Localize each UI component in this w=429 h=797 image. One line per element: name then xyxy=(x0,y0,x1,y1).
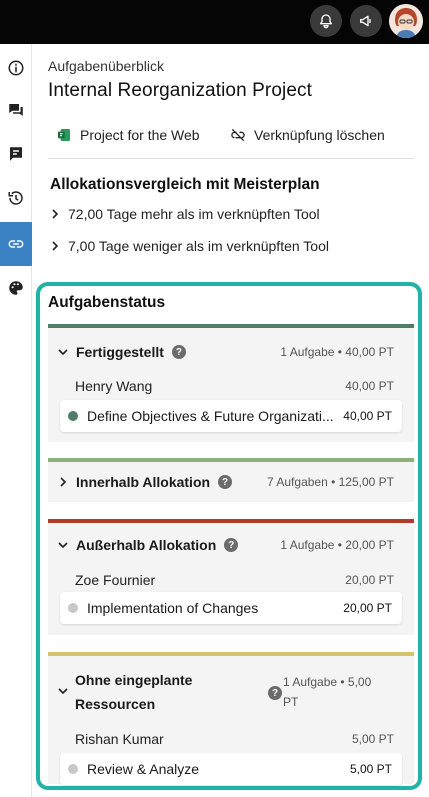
task-status-dot xyxy=(68,603,78,613)
status-group-meta: 1 Aufgabe • 5,00 PT xyxy=(283,672,371,712)
status-group-meta: 7 Aufgaben • 125,00 PT xyxy=(267,475,394,489)
project-icon xyxy=(58,129,70,141)
status-group-label: Innerhalb Allokation xyxy=(76,474,211,490)
avatar[interactable] xyxy=(389,4,423,38)
status-group-unassigned: Ohne eingeplante Ressourcen ? 1 Aufgabe … xyxy=(48,652,414,785)
task-name: Implementation of Changes xyxy=(87,600,259,616)
status-group-meta: 1 Aufgabe • 40,00 PT xyxy=(280,345,394,359)
announcements-button[interactable] xyxy=(350,5,382,37)
divider xyxy=(48,158,414,159)
status-group-label: Außerhalb Allokation xyxy=(76,537,217,553)
person-name: Rishan Kumar xyxy=(75,731,164,747)
note-icon xyxy=(10,147,22,161)
bell-icon xyxy=(320,14,332,29)
history-icon xyxy=(8,191,23,205)
task-card[interactable]: Implementation of Changes 20,00 PT xyxy=(60,592,402,624)
rail-item-info[interactable] xyxy=(0,48,32,88)
task-status-dot xyxy=(68,411,78,421)
task-name: Review & Analyze xyxy=(87,761,200,777)
side-rail xyxy=(0,44,32,797)
status-group-meta: 1 Aufgabe • 20,00 PT xyxy=(280,538,394,552)
project-for-the-web-link[interactable]: Project for the Web xyxy=(56,124,200,146)
status-group-label-line1: Ohne eingeplante xyxy=(75,672,193,688)
chevron-down-icon xyxy=(58,542,68,549)
status-group-within: Innerhalb Allokation ? 7 Aufgaben • 125,… xyxy=(48,458,414,502)
chevron-right-icon xyxy=(52,241,59,251)
status-group-header[interactable]: Innerhalb Allokation ? xyxy=(58,462,233,502)
help-icon[interactable]: ? xyxy=(268,686,282,700)
status-group-label: Fertiggestellt xyxy=(76,344,164,360)
notifications-button[interactable] xyxy=(310,5,342,37)
page-kicker: Aufgabenüberblick xyxy=(48,58,164,74)
person-name: Zoe Fournier xyxy=(75,572,156,588)
status-group-completed: Fertiggestellt ? 1 Aufgabe • 40,00 PT He… xyxy=(48,324,414,442)
help-icon[interactable]: ? xyxy=(224,538,239,552)
link-icon xyxy=(8,240,24,248)
rail-item-appearance[interactable] xyxy=(0,268,32,308)
avatar-icon xyxy=(389,4,423,38)
chevron-down-icon xyxy=(58,349,68,356)
task-status-dot xyxy=(68,764,78,774)
chevron-right-icon xyxy=(52,209,59,219)
megaphone-icon xyxy=(360,15,371,27)
comparison-row-less[interactable]: 7,00 Tage weniger als im verknüpften Too… xyxy=(50,236,329,256)
chat-bubbles-icon xyxy=(9,104,23,116)
chevron-right-icon xyxy=(60,477,67,487)
help-icon[interactable]: ? xyxy=(171,345,186,359)
unlink-icon xyxy=(231,129,245,141)
project-for-the-web-label: Project for the Web xyxy=(80,127,200,143)
comparison-row-label: 72,00 Tage mehr als im verknüpften Tool xyxy=(68,206,320,222)
status-group-header[interactable]: Außerhalb Allokation ? xyxy=(58,525,239,565)
person-name: Henry Wang xyxy=(75,378,153,394)
help-icon[interactable]: ? xyxy=(218,475,233,489)
rail-item-notes[interactable] xyxy=(0,134,32,174)
unlink-label: Verknüpfung löschen xyxy=(254,127,385,143)
status-group-label-line2: Ressourcen xyxy=(75,696,156,712)
person-effort: 20,00 PT xyxy=(345,573,394,587)
top-bar xyxy=(0,0,429,44)
status-group-meta-line1: 1 Aufgabe • 5,00 xyxy=(283,675,372,689)
info-icon xyxy=(8,60,24,76)
task-card[interactable]: Review & Analyze 5,00 PT xyxy=(60,753,402,785)
person-effort: 40,00 PT xyxy=(345,379,394,393)
rail-item-history[interactable] xyxy=(0,178,32,218)
task-effort: 20,00 PT xyxy=(343,601,392,615)
comparison-row-more[interactable]: 72,00 Tage mehr als im verknüpften Tool xyxy=(50,204,320,224)
unlink-button[interactable]: Verknüpfung löschen xyxy=(230,124,385,146)
task-card[interactable]: Define Objectives & Future Organizati...… xyxy=(60,400,402,432)
task-name: Define Objectives & Future Organizati... xyxy=(87,408,334,424)
comparison-title: Allokationsvergleich mit Meisterplan xyxy=(50,176,320,193)
rail-item-links[interactable] xyxy=(0,222,32,266)
palette-icon xyxy=(9,281,23,295)
task-effort: 5,00 PT xyxy=(349,762,392,776)
status-group-header[interactable]: Fertiggestellt ? xyxy=(58,332,186,372)
task-status-title: Aufgabenstatus xyxy=(48,294,166,311)
page-title: Internal Reorganization Project xyxy=(48,80,312,101)
status-group-outside: Außerhalb Allokation ? 1 Aufgabe • 20,00… xyxy=(48,519,414,635)
task-effort: 40,00 PT xyxy=(343,409,392,423)
person-effort: 5,00 PT xyxy=(351,732,394,746)
chevron-down-icon xyxy=(58,688,68,695)
rail-item-comments[interactable] xyxy=(0,90,32,130)
status-group-meta-line2: PT xyxy=(283,695,299,709)
comparison-row-label: 7,00 Tage weniger als im verknüpften Too… xyxy=(68,238,329,254)
